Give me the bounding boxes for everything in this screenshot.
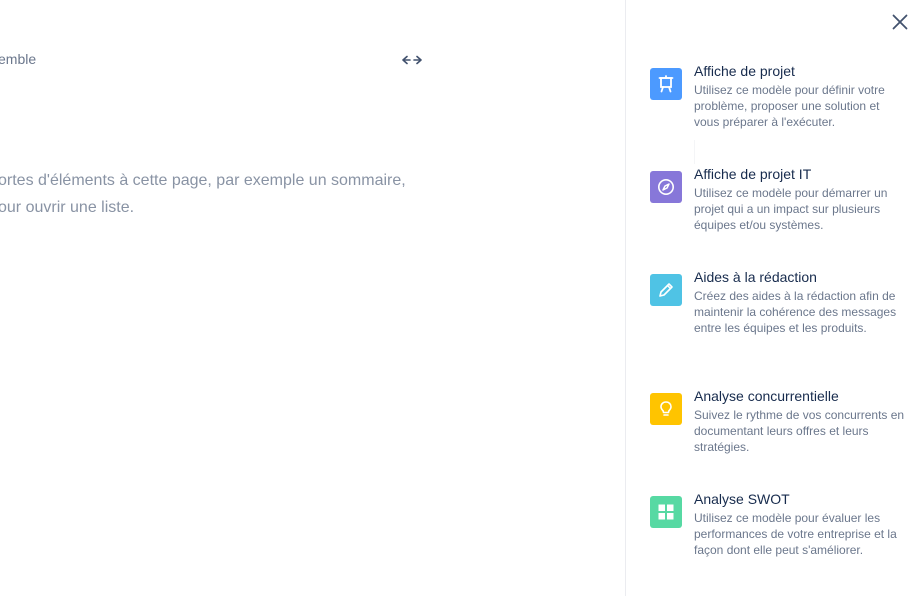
arrows-horizontal-icon[interactable]	[401, 51, 423, 69]
template-description: Créez des aides à la rédaction afin de m…	[694, 289, 897, 335]
grid-icon	[650, 496, 682, 528]
template-title: Aides à la rédaction	[694, 269, 817, 285]
placeholder-line: ortes d'éléments à cette page, par exemp…	[0, 172, 406, 189]
editor-area: emble ortes d'éléments à cette page, par…	[0, 0, 625, 596]
editor-placeholder[interactable]: ortes d'éléments à cette page, par exemp…	[0, 167, 406, 221]
decorative-line	[694, 140, 695, 164]
close-icon[interactable]	[888, 10, 912, 34]
template-title: Affiche de projet	[694, 63, 795, 79]
compass-icon	[650, 171, 682, 203]
template-title: Affiche de projet IT	[694, 166, 812, 182]
template-title: Analyse SWOT	[694, 491, 790, 507]
app-root: emble ortes d'éléments à cette page, par…	[0, 0, 924, 596]
template-description: Utilisez ce modèle pour démarrer un proj…	[694, 186, 888, 232]
page-title[interactable]: emble	[0, 51, 36, 67]
template-description: Suivez le rythme de vos concurrents en d…	[694, 408, 905, 454]
templates-panel: Affiche de projet Utilisez ce modèle pou…	[626, 0, 924, 596]
lightbulb-icon	[650, 393, 682, 425]
template-description: Utilisez ce modèle pour définir votre pr…	[694, 83, 885, 129]
placeholder-line: our ouvrir une liste.	[0, 199, 135, 216]
easel-icon	[650, 68, 682, 100]
pencil-icon	[650, 274, 682, 306]
template-description: Utilisez ce modèle pour évaluer les perf…	[694, 511, 897, 557]
template-title: Analyse concurrentielle	[694, 388, 839, 404]
